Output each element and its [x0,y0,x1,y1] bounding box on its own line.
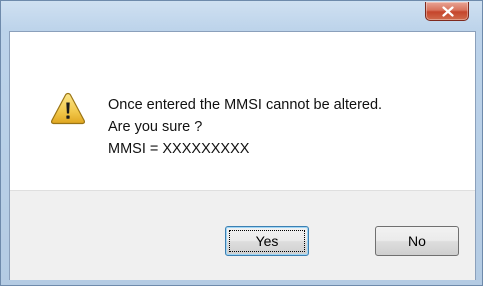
dialog-window: Once entered the MMSI cannot be altered.… [0,0,483,286]
dialog-body: Once entered the MMSI cannot be altered.… [9,31,476,280]
title-bar[interactable] [1,1,482,31]
no-button-label: No [408,233,426,249]
message-text: Once entered the MMSI cannot be altered.… [108,94,382,160]
message-area: Once entered the MMSI cannot be altered.… [10,32,475,190]
close-button[interactable] [425,2,469,21]
message-line: Once entered the MMSI cannot be altered. [108,97,383,113]
message-line: Are you sure ? [108,119,203,135]
close-icon [442,6,454,17]
message-line: MMSI = XXXXXXXXX [108,141,250,157]
yes-button[interactable]: Yes [225,226,309,256]
yes-button-label: Yes [255,233,279,249]
warning-icon [50,92,86,125]
button-bar: Yes No [10,190,475,280]
no-button[interactable]: No [375,226,459,256]
